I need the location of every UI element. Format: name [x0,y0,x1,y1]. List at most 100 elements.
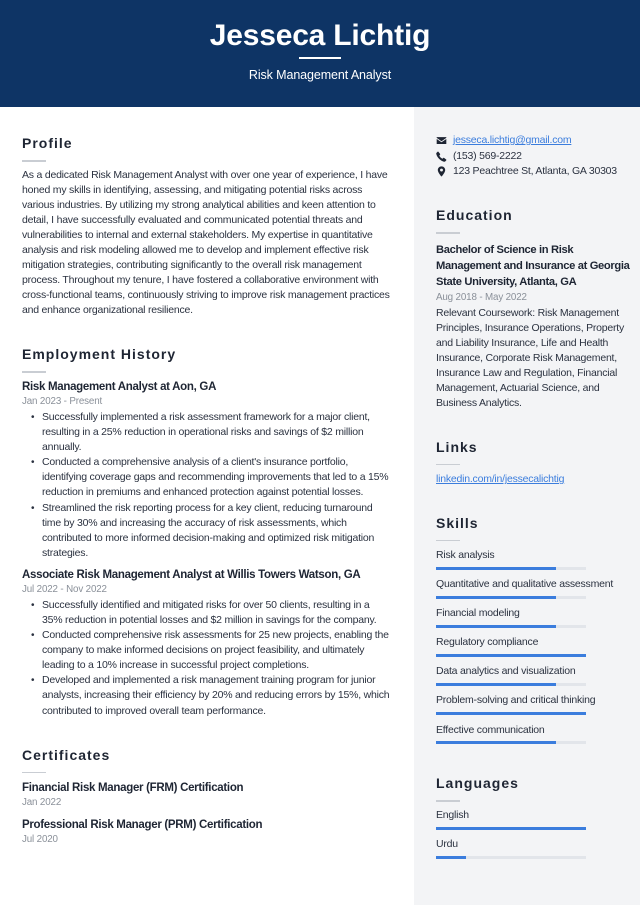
email-link[interactable]: jesseca.lichtig@gmail.com [453,133,572,149]
skill-name: Data analytics and visualization [436,665,576,678]
certificate-entry: Financial Risk Manager (FRM) Certificati… [22,780,390,809]
job-dates: Jan 2023 - Present [22,395,103,407]
bullet-icon: • [31,502,35,514]
links-section: Links linkedin.com/in/jessecalichtig [436,438,630,488]
job-entry: Risk Management Analyst at Aon, GA Jan 2… [22,379,390,561]
address: 123 Peachtree St, Atlanta, GA 30303 [453,165,617,177]
linkedin-link[interactable]: linkedin.com/in/jessecalichtig [436,473,564,485]
education-dates: Aug 2018 - May 2022 [436,291,527,303]
section-heading: Skills [436,514,479,531]
skill-level-fill [436,653,586,657]
certificate-name: Professional Risk Manager (PRM) Certific… [22,819,263,832]
skill-item: Data analytics and visualization [436,664,630,686]
job-title: Risk Management Analyst at Aon, GA [22,380,217,393]
skill-level-track [436,595,586,599]
skill-item: Financial modeling [436,606,630,628]
section-divider [22,771,46,774]
skill-name: Effective communication [436,723,545,736]
bullet-text: Successfully identified and mitigated ri… [42,598,377,626]
job-title: Associate Risk Management Analyst at Wil… [22,568,361,581]
language-level-track [436,855,586,859]
certificate-entry: Professional Risk Manager (PRM) Certific… [22,817,390,846]
resume-header: Jesseca Lichtig Risk Management Analyst [0,0,640,107]
certificate-name: Financial Risk Manager (FRM) Certificati… [22,782,244,795]
job-bullets: • Successfully identified and mitigated r… [22,598,390,719]
bullet-icon: • [31,457,35,469]
certificates-section: Certificates Financial Risk Manager (FRM… [22,746,390,847]
section-heading: Languages [436,775,519,792]
skill-level-fill [436,624,556,628]
bullet-icon: • [31,675,35,687]
languages-list: English Urdu [436,808,630,859]
certificate-date: Jul 2020 [22,834,58,846]
profile-summary: As a dedicated Risk Management Analyst w… [22,168,390,317]
job-bullet: • Successfully identified and mitigated r… [22,598,390,628]
bullet-text: Developed and implemented a risk managem… [42,674,390,717]
contact-address: 123 Peachtree St, Atlanta, GA 30303 [436,164,630,180]
education-description: Relevant Coursework: Risk Management Pri… [436,306,625,410]
candidate-title: Risk Management Analyst [248,68,392,82]
skill-level-track [436,566,586,570]
language-level-track [436,826,586,830]
map-pin-icon [436,166,453,178]
section-divider [436,539,460,542]
skills-list: Risk analysis Quantitative and qualitati… [436,548,630,745]
skill-name: Financial modeling [436,607,520,620]
envelope-icon [436,135,453,147]
skill-item: Effective communication [436,723,630,745]
candidate-name: Jesseca Lichtig [209,19,431,52]
name-divider [299,57,341,59]
section-divider [22,371,46,373]
contact-details: jesseca.lichtig@gmail.com (153) 569-2222… [436,133,630,180]
section-divider [436,800,460,802]
sidebar: jesseca.lichtig@gmail.com (153) 569-2222… [414,107,640,905]
degree-title: Bachelor of Science in Risk Management a… [436,243,630,289]
job-bullet: • Conducted a comprehensive analysis of a… [22,455,390,500]
skill-level-track [436,741,586,745]
section-heading: Profile [22,135,73,151]
contact-email: jesseca.lichtig@gmail.com [436,133,630,149]
skill-level-fill [436,682,556,686]
language-item: English [436,808,630,830]
language-name: Urdu [436,838,458,851]
language-item: Urdu [436,837,630,859]
section-heading: Employment History [22,346,177,363]
skill-item: Regulatory compliance [436,635,630,657]
skill-level-fill [436,566,556,570]
bullet-text: Successfully implemented a risk assessme… [42,410,370,454]
bullet-text: Streamlined the risk reporting process f… [42,501,375,559]
skill-level-fill [436,712,586,716]
skill-item: Problem-solving and critical thinking [436,693,630,716]
employment-section: Employment History Risk Management Analy… [22,345,390,718]
bullet-text: Conducted comprehensive risk assessments… [42,629,389,672]
job-dates: Jul 2022 - Nov 2022 [22,583,107,595]
job-bullets: • Successfully implemented a risk assessm… [22,410,390,561]
certificate-date: Jan 2022 [22,797,62,809]
section-divider [436,463,460,466]
skill-level-fill [436,595,556,599]
bullet-icon: • [31,630,35,642]
profile-section: Profile As a dedicated Risk Management A… [22,134,390,318]
section-divider [22,160,46,162]
job-entry: Associate Risk Management Analyst at Wil… [22,567,390,719]
skills-section: Skills Risk analysis Quantitative and qu… [436,514,630,745]
skill-name: Problem-solving and critical thinking [436,694,596,707]
job-bullet: • Developed and implemented a risk manage… [22,673,390,718]
skill-name: Risk analysis [436,548,495,561]
skill-level-track [436,624,586,628]
skill-name: Quantitative and qualitative assessment [436,578,614,591]
education-section: Education Bachelor of Science in Risk Ma… [436,206,630,411]
language-level-fill [436,826,586,830]
skill-item: Quantitative and qualitative assessment [436,577,630,599]
skill-level-track [436,682,586,686]
languages-section: Languages English Urdu [436,774,630,859]
section-heading: Education [436,207,513,223]
job-bullet: • Streamlined the risk reporting process … [22,501,390,561]
skill-level-track [436,653,586,657]
job-bullet: • Successfully implemented a risk assessm… [22,410,390,455]
skill-name: Regulatory compliance [436,636,539,649]
skill-level-track [436,712,586,716]
skill-level-fill [436,741,556,745]
section-divider [436,232,460,234]
phone-icon [436,150,453,162]
